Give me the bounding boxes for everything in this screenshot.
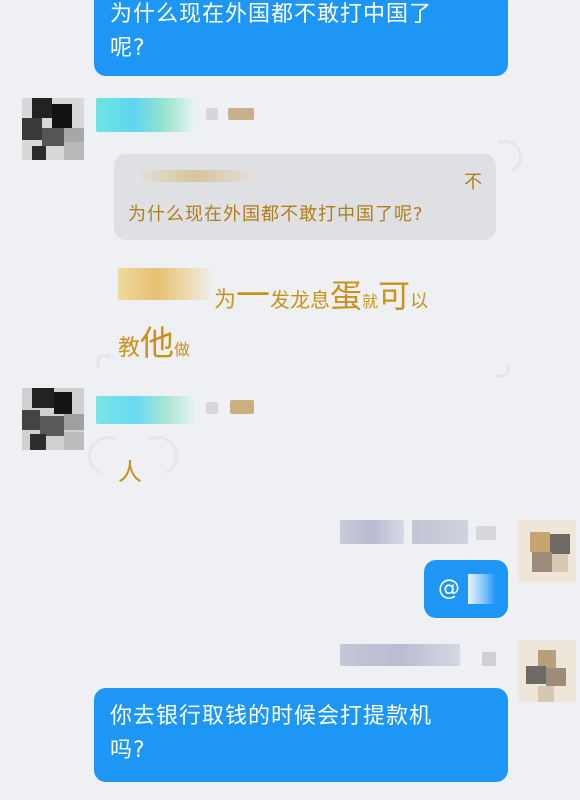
message-text-line: 为什么现在外国都不敢打中国了 [110,2,433,27]
mention-text: @ [438,576,461,601]
sender-badge-blurred [206,402,218,414]
reply-char: 就 [362,292,379,311]
sender-badge-blurred [482,652,496,666]
outgoing-message-bubble[interactable]: 你去银行取钱的时候会打提款机 吗? [94,688,508,782]
reply-char: 教 [118,336,141,361]
message-text-line: 你去银行取钱的时候会打提款机 [110,704,433,729]
reply-char: 以 [410,291,429,312]
quoted-message-box[interactable]: 不 为什么现在外国都不敢打中国了呢? [114,154,496,240]
sender-badge-blurred [230,400,254,414]
reply-char: 为 [214,288,237,313]
mention-name-blurred [468,574,496,604]
reply-char: 蛋 [330,277,363,315]
outgoing-mention-bubble[interactable]: @ [424,560,508,618]
message-text-line: 吗? [110,738,146,763]
outgoing-message-bubble[interactable]: 为什么现在外国都不敢打中国了 呢? [94,0,508,76]
decorative-swirl-icon [492,360,510,378]
sender-name-blurred [340,520,404,544]
reply-char: 一 [236,276,271,316]
sender-name-blurred [340,644,460,666]
reply-char: 可 [378,277,411,315]
sender-name-blurred [96,396,194,424]
avatar[interactable] [22,98,84,160]
quoted-sender-blurred [136,170,256,182]
avatar[interactable] [22,388,84,450]
reply-char: 发龙息 [270,288,331,312]
sender-badge-blurred [228,108,254,120]
avatar[interactable] [518,520,576,582]
sender-badge-blurred [476,526,496,540]
quoted-message-text: 为什么现在外国都不敢打中国了呢? [128,204,424,225]
decorative-swirl-icon [96,354,114,372]
quote-corner-text: 不 [464,172,482,193]
blurred-prefix [118,268,214,300]
stylized-reply-text: 为一发龙息蛋就可以 [214,268,428,317]
sender-name-blurred [412,520,468,544]
stylized-reply-text-line2: 教他做 [118,316,190,365]
message-text-line: 呢? [110,36,146,61]
reply-char: 他 [140,324,175,364]
message-text: 人 [118,458,142,486]
reply-char: 做 [174,340,191,359]
sender-name-blurred [96,98,194,132]
sender-badge-blurred [206,108,218,120]
avatar[interactable] [518,640,576,702]
